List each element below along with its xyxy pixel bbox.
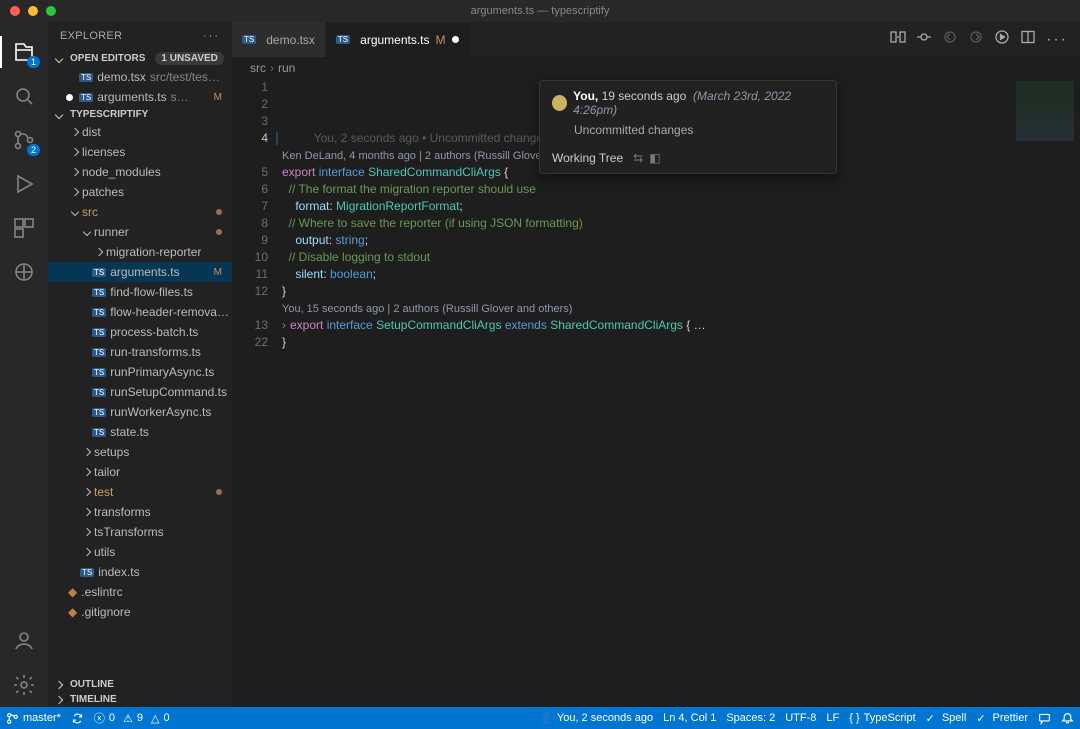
status-blame[interactable]: 👤 You, 2 seconds ago [539,712,653,725]
file-tree[interactable]: distlicensesnode_modulespatchessrcrunner… [48,122,232,677]
file-row[interactable]: TSprocess-batch.ts [48,322,232,342]
folder-row[interactable]: setups [48,442,232,462]
status-bell-icon[interactable] [1061,712,1074,725]
open-changes-icon[interactable]: ⇆ [633,151,643,165]
titlebar: arguments.ts — typescriptify [0,0,1080,22]
file-row[interactable]: TSindex.ts [48,562,232,582]
status-lang[interactable]: { } TypeScript [849,712,915,724]
compare-tree-icon[interactable]: ◧ [649,151,660,165]
sidebar: EXPLORER ··· OPEN EDITORS 1 UNSAVED TSde… [48,22,232,707]
folder-row[interactable]: node_modules [48,162,232,182]
folder-row[interactable]: patches [48,182,232,202]
status-sync[interactable] [71,712,84,725]
git-commit-icon[interactable] [916,29,932,50]
run-icon[interactable] [994,29,1010,50]
folder-row[interactable]: tailor [48,462,232,482]
status-eol[interactable]: LF [826,712,839,724]
sidebar-title: EXPLORER [60,30,122,42]
status-feedback-icon[interactable] [1038,712,1051,725]
folder-row[interactable]: dist [48,122,232,142]
file-row[interactable]: ◆.eslintrc [48,582,232,602]
explorer-icon[interactable]: 1 [12,40,36,64]
nav-back-icon[interactable] [942,29,958,50]
folder-row[interactable]: tsTransforms [48,522,232,542]
status-spell[interactable]: Spell [926,712,967,725]
folder-row[interactable]: runner [48,222,232,242]
git-graph-icon[interactable] [12,260,36,284]
gitlens-hover: You, 19 seconds ago (March 23rd, 2022 4:… [539,80,837,174]
scm-badge: 2 [27,144,40,156]
working-tree-label: Working Tree [552,151,623,165]
minimap[interactable] [1010,79,1080,707]
more-icon[interactable]: ··· [203,30,220,42]
extensions-icon[interactable] [12,216,36,240]
folder-row[interactable]: migration-reporter [48,242,232,262]
hover-sub: Uncommitted changes [552,123,824,137]
file-row[interactable]: TSarguments.tsM [48,262,232,282]
unsaved-pill: 1 UNSAVED [155,52,224,65]
status-spaces[interactable]: Spaces: 2 [726,712,775,724]
breadcrumb[interactable]: src›run [232,57,1080,79]
compare-icon[interactable] [890,29,906,50]
tab-actions: ··· [878,22,1080,57]
settings-gear-icon[interactable] [12,673,36,697]
open-editor-item[interactable]: TSarguments.ts s…M [48,87,232,107]
search-icon[interactable] [12,84,36,108]
nav-fwd-icon[interactable] [968,29,984,50]
file-row[interactable]: TSflow-header-remova… [48,302,232,322]
status-prettier[interactable]: Prettier [976,712,1028,725]
minimize-window-icon[interactable] [28,6,38,16]
open-editors-section[interactable]: OPEN EDITORS 1 UNSAVED [48,50,232,67]
folder-row[interactable]: transforms [48,502,232,522]
open-editors-list: TSdemo.tsx src/test/tes…TSarguments.ts s… [48,67,232,107]
editor-tab[interactable]: TSdemo.tsx [232,22,326,57]
folder-row[interactable]: src [48,202,232,222]
outline-section[interactable]: OUTLINE [48,677,232,692]
file-row[interactable]: TSrun-transforms.ts [48,342,232,362]
status-branch[interactable]: master* [6,712,61,725]
avatar-icon [552,95,567,111]
file-row[interactable]: TSrunPrimaryAsync.ts [48,362,232,382]
explorer-badge: 1 [27,56,40,68]
window-title: arguments.ts — typescriptify [471,5,610,17]
close-window-icon[interactable] [10,6,20,16]
project-section[interactable]: TYPESCRIPTIFY [48,107,232,122]
editor-tab[interactable]: TSarguments.tsM [326,22,470,57]
folder-row[interactable]: licenses [48,142,232,162]
split-editor-icon[interactable] [1020,29,1036,50]
window-controls [10,6,56,16]
folder-row[interactable]: utils [48,542,232,562]
status-problems[interactable]: ⓧ0 ⚠9 △0 [94,710,170,726]
activity-bar: 1 2 [0,22,48,707]
file-row[interactable]: TSstate.ts [48,422,232,442]
status-bar: master* ⓧ0 ⚠9 △0 👤 You, 2 seconds ago Ln… [0,707,1080,729]
status-enc[interactable]: UTF-8 [785,712,816,724]
file-row[interactable]: ◆.gitignore [48,602,232,622]
run-debug-icon[interactable] [12,172,36,196]
file-row[interactable]: TSrunWorkerAsync.ts [48,402,232,422]
timeline-section[interactable]: TIMELINE [48,692,232,707]
file-row[interactable]: TSrunSetupCommand.ts [48,382,232,402]
account-icon[interactable] [12,629,36,653]
sidebar-header: EXPLORER ··· [48,22,232,50]
status-pos[interactable]: Ln 4, Col 1 [663,712,716,724]
folder-row[interactable]: test [48,482,232,502]
source-control-icon[interactable]: 2 [12,128,36,152]
editor-panel: TSdemo.tsxTSarguments.tsM ··· src›run Yo… [232,22,1080,707]
file-row[interactable]: TSfind-flow-files.ts [48,282,232,302]
line-gutter: 1234567891011121322 [232,79,282,707]
more-tab-icon[interactable]: ··· [1046,31,1068,49]
tab-bar: TSdemo.tsxTSarguments.tsM ··· [232,22,1080,57]
maximize-window-icon[interactable] [46,6,56,16]
open-editor-item[interactable]: TSdemo.tsx src/test/tes… [48,67,232,87]
